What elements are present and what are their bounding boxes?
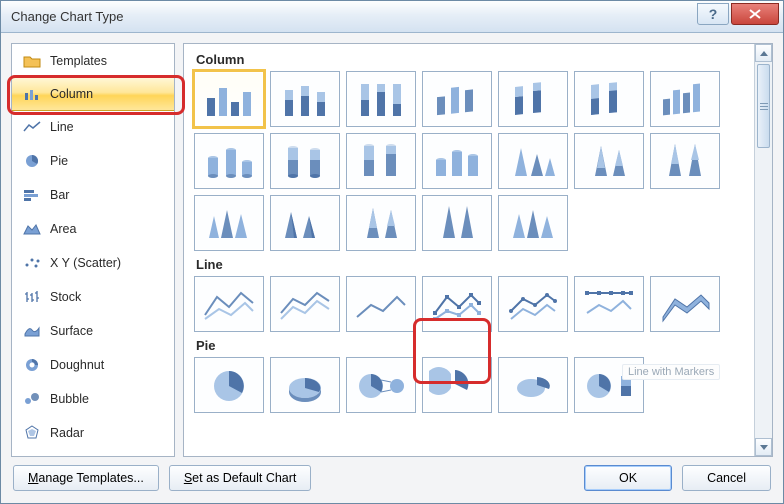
bubble-icon [22, 390, 42, 408]
column-chart-grid [194, 71, 748, 251]
scatter-icon [22, 254, 42, 272]
chart-tooltip: Line with Markers [622, 364, 720, 380]
chart-thumb-exploded-3d-pie[interactable] [498, 357, 568, 413]
sidebar-item-templates[interactable]: Templates [12, 44, 174, 78]
chart-thumb-3d-pyramid[interactable] [498, 195, 568, 251]
chart-thumb-3d-cone[interactable] [194, 195, 264, 251]
chart-thumb-stacked-line[interactable] [270, 276, 340, 332]
chart-type-gallery: Column [183, 43, 773, 457]
chart-thumb-clustered-pyramid[interactable] [270, 195, 340, 251]
sidebar-item-label: Pie [50, 154, 68, 168]
dialog-footer: Manage Templates... Set as Default Chart… [1, 457, 783, 503]
chart-thumb-stacked-column[interactable] [270, 71, 340, 127]
surface-icon [22, 322, 42, 340]
sidebar-item-label: Bubble [50, 392, 89, 406]
scroll-up-button[interactable] [755, 44, 772, 62]
chart-thumb-exploded-pie[interactable] [422, 357, 492, 413]
line-chart-grid [194, 276, 748, 332]
close-button[interactable] [731, 3, 779, 25]
chart-thumb-3d-line[interactable] [650, 276, 720, 332]
chart-thumb-3d-pie[interactable] [270, 357, 340, 413]
sidebar-item-line[interactable]: Line [12, 110, 174, 144]
column-icon [22, 85, 42, 103]
sidebar-item-label: Stock [50, 290, 81, 304]
sidebar-item-label: Line [50, 120, 74, 134]
sidebar-item-pie[interactable]: Pie [12, 144, 174, 178]
set-default-chart-button[interactable]: Set as Default Chart [169, 465, 312, 491]
chart-thumb-clustered-cone[interactable] [498, 133, 568, 189]
chart-thumb-100-stacked-line-markers[interactable] [574, 276, 644, 332]
chart-thumb-pie[interactable] [194, 357, 264, 413]
chart-thumb-stacked-cylinder[interactable] [270, 133, 340, 189]
section-header-pie: Pie [194, 332, 748, 357]
sidebar-item-label: Bar [50, 188, 69, 202]
cancel-button[interactable]: Cancel [682, 465, 771, 491]
sidebar-item-label: X Y (Scatter) [50, 256, 121, 270]
pie-icon [22, 152, 42, 170]
sidebar-item-doughnut[interactable]: Doughnut [12, 348, 174, 382]
close-icon [749, 9, 761, 19]
chart-thumb-100-stacked-line[interactable] [346, 276, 416, 332]
manage-templates-button[interactable]: Manage Templates... [13, 465, 159, 491]
chart-thumb-line-with-markers[interactable] [422, 276, 492, 332]
chart-thumb-stacked-pyramid[interactable] [346, 195, 416, 251]
sidebar-item-label: Doughnut [50, 358, 104, 372]
chart-thumb-line[interactable] [194, 276, 264, 332]
radar-icon [22, 424, 42, 442]
scrollbar-thumb[interactable] [757, 64, 770, 148]
ok-button[interactable]: OK [584, 465, 672, 491]
chart-thumb-3d-100-stacked-column[interactable] [574, 71, 644, 127]
sidebar-item-label: Radar [50, 426, 84, 440]
sidebar-item-surface[interactable]: Surface [12, 314, 174, 348]
change-chart-type-dialog: Change Chart Type ? Templates Column [0, 0, 784, 504]
dialog-title: Change Chart Type [11, 9, 124, 24]
chart-thumb-stacked-cone[interactable] [574, 133, 644, 189]
sidebar-item-label: Templates [50, 54, 107, 68]
chart-thumb-3d-column[interactable] [650, 71, 720, 127]
chart-thumb-stacked-line-markers[interactable] [498, 276, 568, 332]
titlebar: Change Chart Type ? [1, 1, 783, 33]
sidebar-item-scatter[interactable]: X Y (Scatter) [12, 246, 174, 280]
sidebar-item-bar[interactable]: Bar [12, 178, 174, 212]
chart-thumb-100-stacked-cone[interactable] [650, 133, 720, 189]
folder-icon [22, 52, 42, 70]
sidebar-item-area[interactable]: Area [12, 212, 174, 246]
chart-thumb-3d-cylinder[interactable] [422, 133, 492, 189]
sidebar-item-label: Area [50, 222, 76, 236]
chart-thumb-clustered-cylinder[interactable] [194, 133, 264, 189]
vertical-scrollbar[interactable] [754, 44, 772, 456]
stock-icon [22, 288, 42, 306]
line-icon [22, 118, 42, 136]
chart-thumb-clustered-column[interactable] [192, 69, 266, 129]
chart-category-sidebar: Templates Column Line Pie [11, 43, 175, 457]
sidebar-item-label: Surface [50, 324, 93, 338]
chart-thumb-3d-clustered-column[interactable] [422, 71, 492, 127]
help-button[interactable]: ? [697, 3, 729, 25]
section-header-line: Line [194, 251, 748, 276]
sidebar-item-bubble[interactable]: Bubble [12, 382, 174, 416]
section-header-column: Column [194, 46, 748, 71]
scroll-down-button[interactable] [755, 438, 772, 456]
chart-thumb-pie-of-pie[interactable] [346, 357, 416, 413]
doughnut-icon [22, 356, 42, 374]
sidebar-item-stock[interactable]: Stock [12, 280, 174, 314]
chart-thumb-100-stacked-cylinder[interactable] [346, 133, 416, 189]
chart-thumb-3d-stacked-column[interactable] [498, 71, 568, 127]
sidebar-item-label: Column [50, 87, 93, 101]
sidebar-item-column[interactable]: Column [11, 77, 175, 111]
sidebar-item-radar[interactable]: Radar [12, 416, 174, 450]
chart-thumb-100-stacked-pyramid[interactable] [422, 195, 492, 251]
bar-icon [22, 186, 42, 204]
chart-thumb-100-stacked-column[interactable] [346, 71, 416, 127]
area-icon [22, 220, 42, 238]
